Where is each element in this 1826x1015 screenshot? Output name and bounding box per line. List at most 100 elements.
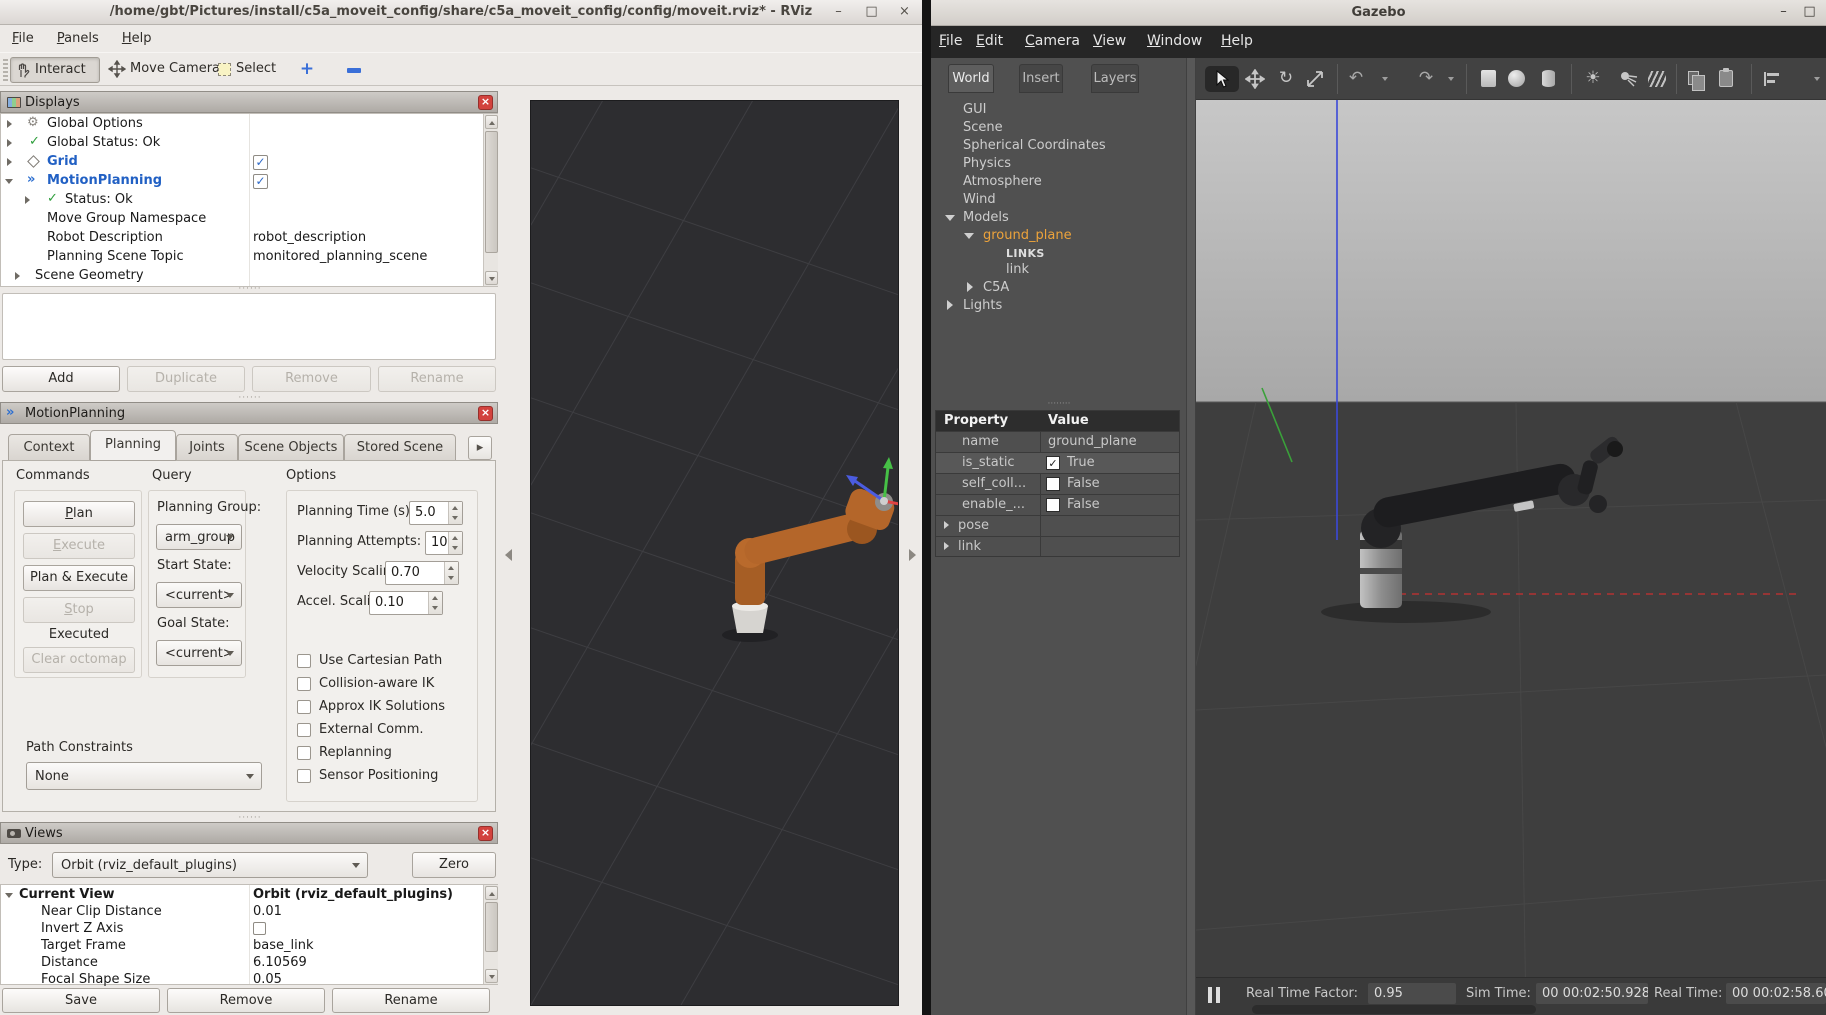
focus-camera-tool-button[interactable]: + (294, 57, 320, 83)
panel-collapse-right-icon[interactable] (909, 549, 916, 561)
point-light-icon[interactable]: ☀ (1580, 66, 1606, 92)
tree-row-robot-description[interactable]: Robot Description robot_description (1, 229, 482, 248)
real-time-factor-value[interactable]: 0.95 (1368, 983, 1456, 1004)
expand-arrow-icon[interactable] (7, 158, 12, 166)
views-close-icon[interactable]: × (478, 826, 493, 841)
expand-arrow-icon[interactable] (7, 139, 12, 147)
tree-item-atmosphere[interactable]: Atmosphere (963, 174, 1042, 189)
checkbox[interactable] (297, 654, 311, 668)
menu-file[interactable]: File (939, 33, 962, 49)
displays-close-icon[interactable]: × (478, 95, 493, 110)
insert-box-icon[interactable] (1476, 66, 1502, 92)
planning-time-spinbox[interactable]: 5.0 (409, 501, 463, 525)
collapse-arrow-icon[interactable] (5, 893, 13, 898)
scroll-up-icon[interactable] (485, 886, 498, 900)
tab-context[interactable]: Context (8, 434, 90, 461)
gazebo-titlebar[interactable]: Gazebo – □ (931, 0, 1826, 26)
tab-insert[interactable]: Insert (1019, 64, 1063, 93)
spin-arrows-icon[interactable] (428, 592, 442, 614)
spin-arrows-icon[interactable] (448, 532, 462, 554)
menu-edit[interactable]: Edit (976, 33, 1003, 49)
tree-row-motionplanning[interactable]: » MotionPlanning ✓ (1, 172, 482, 191)
enable-wind-checkbox[interactable] (1046, 498, 1060, 512)
property-row-link[interactable]: link (936, 536, 1179, 557)
tree-item-link[interactable]: link (1006, 262, 1029, 277)
copy-icon[interactable] (1683, 66, 1709, 92)
tree-item-ground-plane[interactable]: ground_plane (983, 228, 1072, 243)
motionplanning-panel-header[interactable]: » MotionPlanning × (0, 402, 498, 424)
redo-dropdown-icon[interactable] (1448, 77, 1454, 81)
maximize-icon[interactable]: □ (863, 4, 880, 21)
self-collide-checkbox[interactable] (1046, 477, 1060, 491)
tab-planning[interactable]: Planning (90, 430, 176, 461)
measure-tool-button[interactable] (342, 57, 368, 83)
goal-state-dropdown[interactable]: <current> (156, 640, 242, 666)
property-value[interactable]: ground_plane (1048, 434, 1137, 449)
spin-arrows-icon[interactable] (444, 562, 458, 584)
minimize-icon[interactable]: – (830, 4, 847, 21)
property-row-pose[interactable]: pose (936, 515, 1179, 536)
sim-time-value[interactable]: 00 00:02:50.928 (1536, 983, 1648, 1004)
tab-scroll-right-icon[interactable]: ▸ (468, 436, 492, 460)
maximize-icon[interactable]: □ (1801, 4, 1818, 21)
displays-panel-header[interactable]: Displays × (0, 91, 498, 113)
move-camera-tool-button[interactable]: Move Camera (106, 57, 202, 83)
menu-panels[interactable]: Panels (57, 31, 99, 46)
displays-scrollbar[interactable] (483, 114, 498, 286)
checkbox[interactable] (297, 700, 311, 714)
tree-row-planning-scene-topic[interactable]: Planning Scene Topic monitored_planning_… (1, 248, 482, 267)
checkbox[interactable] (297, 769, 311, 783)
path-constraints-dropdown[interactable]: None (26, 762, 262, 790)
tab-scene-objects[interactable]: Scene Objects (238, 434, 344, 461)
expand-arrow-icon[interactable] (944, 521, 949, 529)
scrollbar-thumb[interactable] (485, 131, 498, 253)
clear-octomap-button[interactable]: Clear octomap (23, 647, 135, 673)
row-value[interactable]: robot_description (253, 230, 366, 245)
checkbox[interactable] (297, 723, 311, 737)
scroll-up-icon[interactable] (485, 115, 498, 129)
paste-icon[interactable] (1714, 66, 1740, 92)
undo-dropdown-icon[interactable] (1382, 77, 1388, 81)
velocity-scaling-spinbox[interactable]: 0.70 (385, 561, 459, 585)
invert-z-checkbox[interactable] (253, 922, 266, 935)
select-tool-button[interactable]: Select (212, 57, 278, 83)
tab-world[interactable]: World (948, 64, 994, 93)
expand-arrow-icon[interactable] (944, 542, 949, 550)
expand-arrow-icon[interactable] (15, 272, 20, 280)
time-slider[interactable] (1252, 1005, 1536, 1014)
tree-item-gui[interactable]: GUI (963, 102, 986, 117)
views-panel-header[interactable]: Views × (0, 822, 498, 844)
menu-help[interactable]: Help (1221, 33, 1253, 49)
row-value[interactable]: 0.05 (253, 972, 282, 987)
scale-tool-icon[interactable] (1302, 66, 1328, 92)
plan-button[interactable]: Plan (23, 501, 135, 527)
property-row-self-collide[interactable]: self_coll... False (936, 473, 1179, 494)
menu-help[interactable]: Help (122, 31, 152, 46)
tab-stored-scene[interactable]: Stored Scene (344, 434, 456, 461)
menu-window[interactable]: Window (1147, 33, 1202, 49)
view-type-dropdown[interactable]: Orbit (rviz_default_plugins) (52, 852, 368, 878)
motionplanning-close-icon[interactable]: × (478, 406, 493, 421)
scroll-down-icon[interactable] (485, 969, 498, 983)
tree-row-move-group-namespace[interactable]: Move Group Namespace (1, 210, 482, 229)
checkbox[interactable] (297, 746, 311, 760)
translate-tool-icon[interactable] (1242, 66, 1268, 92)
tree-row-global-status[interactable]: ✓ Global Status: Ok (1, 134, 482, 153)
collapse-arrow-icon[interactable] (5, 179, 13, 184)
row-value[interactable]: 0.01 (253, 904, 282, 919)
collapse-arrow-icon[interactable] (964, 233, 974, 239)
tree-item-models[interactable]: Models (963, 210, 1009, 225)
scrollbar-thumb[interactable] (485, 902, 498, 952)
gazebo-3d-viewport[interactable] (1196, 100, 1826, 1015)
planning-attempts-spinbox[interactable]: 10 (425, 531, 463, 555)
tree-item-physics[interactable]: Physics (963, 156, 1011, 171)
real-time-value[interactable]: 00 00:02:58.60 (1726, 983, 1826, 1004)
tab-layers[interactable]: Layers (1091, 64, 1139, 93)
select-tool-icon[interactable] (1205, 66, 1239, 92)
spot-light-icon[interactable] (1615, 66, 1641, 92)
directional-light-icon[interactable] (1644, 66, 1670, 92)
rotate-tool-icon[interactable]: ↻ (1273, 66, 1299, 92)
remove-view-button[interactable]: Remove (167, 988, 325, 1013)
menu-view[interactable]: View (1093, 33, 1126, 49)
planning-group-dropdown[interactable]: arm_group (156, 524, 242, 550)
